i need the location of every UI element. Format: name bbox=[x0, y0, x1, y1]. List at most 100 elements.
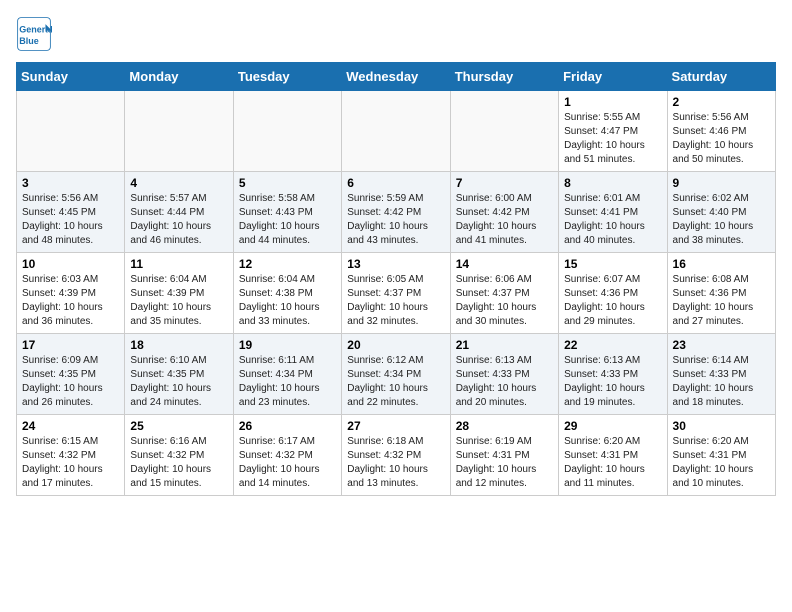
calendar-cell bbox=[233, 91, 341, 172]
day-number: 23 bbox=[673, 338, 770, 352]
calendar-cell: 25 Sunrise: 6:16 AM Sunset: 4:32 PM Dayli… bbox=[125, 415, 233, 496]
day-info: Sunrise: 6:16 AM Sunset: 4:32 PM Dayligh… bbox=[130, 435, 227, 491]
day-info: Sunrise: 6:14 AM Sunset: 4:33 PM Dayligh… bbox=[673, 354, 770, 410]
calendar-cell: 9 Sunrise: 6:02 AM Sunset: 4:40 PM Daylig… bbox=[667, 172, 775, 253]
day-info: Sunrise: 6:08 AM Sunset: 4:36 PM Dayligh… bbox=[673, 273, 770, 329]
calendar-cell bbox=[342, 91, 450, 172]
calendar-cell: 2 Sunrise: 5:56 AM Sunset: 4:46 PM Daylig… bbox=[667, 91, 775, 172]
day-number: 3 bbox=[22, 176, 119, 190]
day-info: Sunrise: 5:55 AM Sunset: 4:47 PM Dayligh… bbox=[564, 111, 661, 167]
day-number: 22 bbox=[564, 338, 661, 352]
logo-icon: General Blue bbox=[16, 16, 52, 52]
day-number: 4 bbox=[130, 176, 227, 190]
weekday-header-thursday: Thursday bbox=[450, 63, 558, 91]
calendar-cell: 21 Sunrise: 6:13 AM Sunset: 4:33 PM Dayli… bbox=[450, 334, 558, 415]
weekday-header-saturday: Saturday bbox=[667, 63, 775, 91]
day-info: Sunrise: 6:11 AM Sunset: 4:34 PM Dayligh… bbox=[239, 354, 336, 410]
day-number: 17 bbox=[22, 338, 119, 352]
calendar-cell: 23 Sunrise: 6:14 AM Sunset: 4:33 PM Dayli… bbox=[667, 334, 775, 415]
day-info: Sunrise: 6:12 AM Sunset: 4:34 PM Dayligh… bbox=[347, 354, 444, 410]
day-number: 14 bbox=[456, 257, 553, 271]
day-info: Sunrise: 6:13 AM Sunset: 4:33 PM Dayligh… bbox=[564, 354, 661, 410]
day-number: 18 bbox=[130, 338, 227, 352]
calendar-table: SundayMondayTuesdayWednesdayThursdayFrid… bbox=[16, 62, 776, 496]
day-number: 16 bbox=[673, 257, 770, 271]
calendar-cell: 12 Sunrise: 6:04 AM Sunset: 4:38 PM Dayli… bbox=[233, 253, 341, 334]
weekday-header-monday: Monday bbox=[125, 63, 233, 91]
page-header: General Blue bbox=[16, 16, 776, 52]
day-number: 8 bbox=[564, 176, 661, 190]
day-info: Sunrise: 6:18 AM Sunset: 4:32 PM Dayligh… bbox=[347, 435, 444, 491]
calendar-cell: 27 Sunrise: 6:18 AM Sunset: 4:32 PM Dayli… bbox=[342, 415, 450, 496]
day-info: Sunrise: 6:20 AM Sunset: 4:31 PM Dayligh… bbox=[564, 435, 661, 491]
calendar-cell: 20 Sunrise: 6:12 AM Sunset: 4:34 PM Dayli… bbox=[342, 334, 450, 415]
day-info: Sunrise: 6:13 AM Sunset: 4:33 PM Dayligh… bbox=[456, 354, 553, 410]
calendar-cell: 5 Sunrise: 5:58 AM Sunset: 4:43 PM Daylig… bbox=[233, 172, 341, 253]
calendar-cell: 15 Sunrise: 6:07 AM Sunset: 4:36 PM Dayli… bbox=[559, 253, 667, 334]
day-info: Sunrise: 6:01 AM Sunset: 4:41 PM Dayligh… bbox=[564, 192, 661, 248]
calendar-cell: 4 Sunrise: 5:57 AM Sunset: 4:44 PM Daylig… bbox=[125, 172, 233, 253]
day-number: 30 bbox=[673, 419, 770, 433]
day-number: 27 bbox=[347, 419, 444, 433]
day-info: Sunrise: 6:07 AM Sunset: 4:36 PM Dayligh… bbox=[564, 273, 661, 329]
day-info: Sunrise: 6:03 AM Sunset: 4:39 PM Dayligh… bbox=[22, 273, 119, 329]
weekday-header-friday: Friday bbox=[559, 63, 667, 91]
day-number: 11 bbox=[130, 257, 227, 271]
day-number: 13 bbox=[347, 257, 444, 271]
day-number: 20 bbox=[347, 338, 444, 352]
day-info: Sunrise: 6:04 AM Sunset: 4:38 PM Dayligh… bbox=[239, 273, 336, 329]
day-number: 25 bbox=[130, 419, 227, 433]
day-info: Sunrise: 5:57 AM Sunset: 4:44 PM Dayligh… bbox=[130, 192, 227, 248]
calendar-cell: 24Sunrise: 6:15 AM Sunset: 4:32 PM Dayli… bbox=[17, 415, 125, 496]
day-info: Sunrise: 6:02 AM Sunset: 4:40 PM Dayligh… bbox=[673, 192, 770, 248]
calendar-cell bbox=[450, 91, 558, 172]
logo: General Blue bbox=[16, 16, 58, 52]
day-number: 28 bbox=[456, 419, 553, 433]
calendar-cell: 14Sunrise: 6:06 AM Sunset: 4:37 PM Dayli… bbox=[450, 253, 558, 334]
calendar-cell: 7Sunrise: 6:00 AM Sunset: 4:42 PM Daylig… bbox=[450, 172, 558, 253]
day-info: Sunrise: 5:59 AM Sunset: 4:42 PM Dayligh… bbox=[347, 192, 444, 248]
day-info: Sunrise: 5:58 AM Sunset: 4:43 PM Dayligh… bbox=[239, 192, 336, 248]
day-info: Sunrise: 6:20 AM Sunset: 4:31 PM Dayligh… bbox=[673, 435, 770, 491]
day-info: Sunrise: 6:00 AM Sunset: 4:42 PM Dayligh… bbox=[456, 192, 553, 248]
calendar-cell: 3 Sunrise: 5:56 AM Sunset: 4:45 PM Daylig… bbox=[17, 172, 125, 253]
calendar-cell: 22 Sunrise: 6:13 AM Sunset: 4:33 PM Dayli… bbox=[559, 334, 667, 415]
day-info: Sunrise: 6:19 AM Sunset: 4:31 PM Dayligh… bbox=[456, 435, 553, 491]
calendar-cell: 11 Sunrise: 6:04 AM Sunset: 4:39 PM Dayli… bbox=[125, 253, 233, 334]
calendar-cell bbox=[17, 91, 125, 172]
weekday-header-tuesday: Tuesday bbox=[233, 63, 341, 91]
calendar-cell: 18 Sunrise: 6:10 AM Sunset: 4:35 PM Dayli… bbox=[125, 334, 233, 415]
day-number: 9 bbox=[673, 176, 770, 190]
day-number: 12 bbox=[239, 257, 336, 271]
day-info: Sunrise: 5:56 AM Sunset: 4:45 PM Dayligh… bbox=[22, 192, 119, 248]
day-number: 15 bbox=[564, 257, 661, 271]
calendar-cell: 26Sunrise: 6:17 AM Sunset: 4:32 PM Dayli… bbox=[233, 415, 341, 496]
day-info: Sunrise: 6:04 AM Sunset: 4:39 PM Dayligh… bbox=[130, 273, 227, 329]
day-number: 21 bbox=[456, 338, 553, 352]
day-number: 2 bbox=[673, 95, 770, 109]
weekday-header-sunday: Sunday bbox=[17, 63, 125, 91]
day-number: 5 bbox=[239, 176, 336, 190]
calendar-header: SundayMondayTuesdayWednesdayThursdayFrid… bbox=[17, 63, 776, 91]
calendar-cell: 17Sunrise: 6:09 AM Sunset: 4:35 PM Dayli… bbox=[17, 334, 125, 415]
calendar-cell: 13 Sunrise: 6:05 AM Sunset: 4:37 PM Dayli… bbox=[342, 253, 450, 334]
calendar-cell: 28 Sunrise: 6:19 AM Sunset: 4:31 PM Dayli… bbox=[450, 415, 558, 496]
day-info: Sunrise: 6:10 AM Sunset: 4:35 PM Dayligh… bbox=[130, 354, 227, 410]
day-number: 6 bbox=[347, 176, 444, 190]
calendar-cell: 16 Sunrise: 6:08 AM Sunset: 4:36 PM Dayli… bbox=[667, 253, 775, 334]
calendar-cell: 1 Sunrise: 5:55 AM Sunset: 4:47 PM Daylig… bbox=[559, 91, 667, 172]
calendar-cell: 10 Sunrise: 6:03 AM Sunset: 4:39 PM Dayli… bbox=[17, 253, 125, 334]
day-info: Sunrise: 6:05 AM Sunset: 4:37 PM Dayligh… bbox=[347, 273, 444, 329]
day-number: 1 bbox=[564, 95, 661, 109]
calendar-cell: 8 Sunrise: 6:01 AM Sunset: 4:41 PM Daylig… bbox=[559, 172, 667, 253]
calendar-cell: 6 Sunrise: 5:59 AM Sunset: 4:42 PM Daylig… bbox=[342, 172, 450, 253]
day-number: 26 bbox=[239, 419, 336, 433]
calendar-cell: 29 Sunrise: 6:20 AM Sunset: 4:31 PM Dayli… bbox=[559, 415, 667, 496]
weekday-header-wednesday: Wednesday bbox=[342, 63, 450, 91]
calendar-cell: 19 Sunrise: 6:11 AM Sunset: 4:34 PM Dayli… bbox=[233, 334, 341, 415]
day-info: Sunrise: 5:56 AM Sunset: 4:46 PM Dayligh… bbox=[673, 111, 770, 167]
day-number: 29 bbox=[564, 419, 661, 433]
day-number: 10 bbox=[22, 257, 119, 271]
day-number: 19 bbox=[239, 338, 336, 352]
calendar-cell: 30 Sunrise: 6:20 AM Sunset: 4:31 PM Dayli… bbox=[667, 415, 775, 496]
